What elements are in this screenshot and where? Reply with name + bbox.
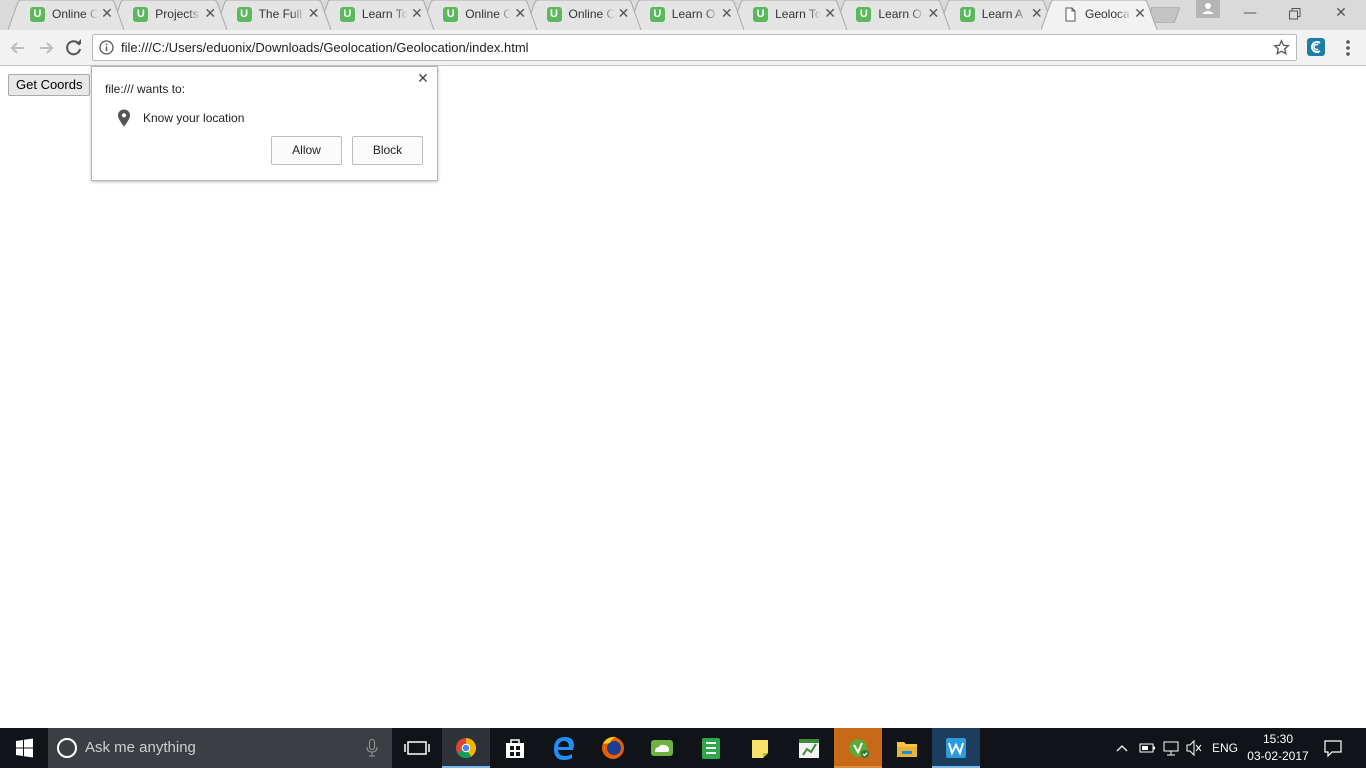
cortana-icon: [57, 738, 77, 758]
address-bar[interactable]: file:///C:/Users/eduonix/Downloads/Geolo…: [92, 34, 1297, 61]
page-icon: [1063, 7, 1078, 22]
chrome-menu-icon[interactable]: [1340, 38, 1356, 58]
tab-close-icon[interactable]: ✕: [617, 6, 631, 22]
tab-close-icon[interactable]: ✕: [203, 6, 217, 22]
task-view-icon[interactable]: [393, 728, 441, 768]
allow-button[interactable]: Allow: [271, 136, 342, 165]
permission-request-text: Know your location: [143, 111, 245, 125]
firefox-icon[interactable]: [589, 728, 637, 768]
udemy-favicon-icon: U: [30, 7, 45, 22]
permission-origin-text: file:/// wants to:: [105, 82, 186, 96]
clock-time: 15:30: [1262, 732, 1294, 746]
tab-close-icon[interactable]: ✕: [410, 6, 424, 22]
udemy-favicon-icon: U: [753, 7, 769, 22]
battery-icon[interactable]: [1138, 728, 1156, 768]
edge-icon[interactable]: [540, 728, 588, 768]
browser-toolbar: file:///C:/Users/eduonix/Downloads/Geolo…: [0, 30, 1366, 66]
close-window-button[interactable]: ✕: [1318, 0, 1364, 28]
tab-close-icon[interactable]: ✕: [926, 6, 940, 22]
notes-app-icon[interactable]: [687, 728, 735, 768]
bookmark-star-icon[interactable]: [1273, 39, 1290, 56]
sticky-notes-icon[interactable]: [736, 728, 784, 768]
info-icon[interactable]: [99, 40, 114, 55]
browser-tab[interactable]: Geolocation✕: [1041, 0, 1158, 30]
windows-taskbar: Ask me anything ENG 15:30 03-02-2017: [0, 728, 1366, 768]
udemy-favicon-icon: U: [236, 7, 252, 22]
writer-app-icon[interactable]: [932, 728, 980, 768]
udemy-favicon-icon: U: [959, 7, 975, 22]
location-pin-icon: [118, 109, 130, 127]
tab-title: Geolocation: [1085, 7, 1131, 21]
restore-button[interactable]: [1272, 0, 1318, 28]
tab-title: Online Courses: [52, 7, 98, 21]
tab-title: The Full: [258, 7, 302, 21]
windows-start-icon[interactable]: [0, 728, 48, 768]
udemy-favicon-icon: U: [443, 7, 459, 22]
cortana-search-box[interactable]: Ask me anything: [48, 728, 392, 768]
forward-button[interactable]: [34, 36, 58, 60]
show-hidden-icons-chevron-icon[interactable]: [1114, 728, 1130, 768]
udemy-favicon-icon: U: [856, 7, 872, 22]
get-coords-button[interactable]: Get Coords: [8, 74, 91, 96]
file-explorer-icon[interactable]: [883, 728, 931, 768]
minimize-button[interactable]: —: [1227, 0, 1273, 28]
tab-close-icon[interactable]: ✕: [307, 6, 321, 22]
search-placeholder[interactable]: Ask me anything: [85, 739, 196, 756]
udemy-favicon-icon: U: [546, 7, 562, 22]
location-permission-bubble: file:/// wants to: ✕ Know your location …: [91, 66, 438, 181]
profile-icon[interactable]: [1196, 0, 1220, 18]
input-language[interactable]: ENG: [1212, 741, 1238, 755]
address-url[interactable]: file:///C:/Users/eduonix/Downloads/Geolo…: [121, 40, 529, 55]
action-center-icon[interactable]: [1323, 728, 1343, 768]
cloud-app-icon[interactable]: [638, 728, 686, 768]
udemy-favicon-icon: U: [339, 7, 355, 22]
microphone-icon[interactable]: [366, 739, 378, 757]
back-button[interactable]: [6, 36, 30, 60]
tab-title: Online C: [465, 7, 512, 21]
recorder-app-icon[interactable]: [834, 728, 882, 768]
tab-close-icon[interactable]: ✕: [513, 6, 527, 22]
store-icon[interactable]: [491, 728, 539, 768]
tab-title: Learn O: [878, 7, 922, 21]
udemy-favicon-icon: U: [649, 7, 665, 22]
tab-close-icon[interactable]: ✕: [823, 6, 837, 22]
extension-icon[interactable]: [1307, 38, 1325, 56]
tab-close-icon[interactable]: ✕: [100, 6, 114, 22]
tab-title: Projects: [155, 7, 199, 21]
tab-strip: UOnline Courses✕UProjects✕UThe Full✕ULea…: [0, 0, 1366, 30]
tab-title: Learn A: [981, 7, 1024, 21]
taskbar-clock[interactable]: 15:30 03-02-2017: [1244, 731, 1312, 765]
tab-title: Learn To: [775, 7, 822, 21]
tab-title: Online C: [568, 7, 615, 21]
chrome-taskbar-icon[interactable]: [442, 728, 490, 768]
block-button[interactable]: Block: [352, 136, 423, 165]
tab-close-icon[interactable]: ✕: [1133, 6, 1147, 22]
network-icon[interactable]: [1162, 728, 1180, 768]
close-bubble-icon[interactable]: ✕: [416, 72, 430, 86]
browser-tab[interactable]: U Online Courses✕: [8, 0, 125, 30]
tab-title: Learn To: [361, 7, 408, 21]
tab-close-icon[interactable]: ✕: [720, 6, 734, 22]
reload-button[interactable]: [62, 36, 86, 60]
clock-date: 03-02-2017: [1247, 749, 1309, 763]
udemy-favicon-icon: U: [133, 7, 149, 22]
spreadsheet-app-icon[interactable]: [785, 728, 833, 768]
volume-muted-icon[interactable]: [1185, 728, 1203, 768]
tab-title: Learn O: [671, 7, 716, 21]
